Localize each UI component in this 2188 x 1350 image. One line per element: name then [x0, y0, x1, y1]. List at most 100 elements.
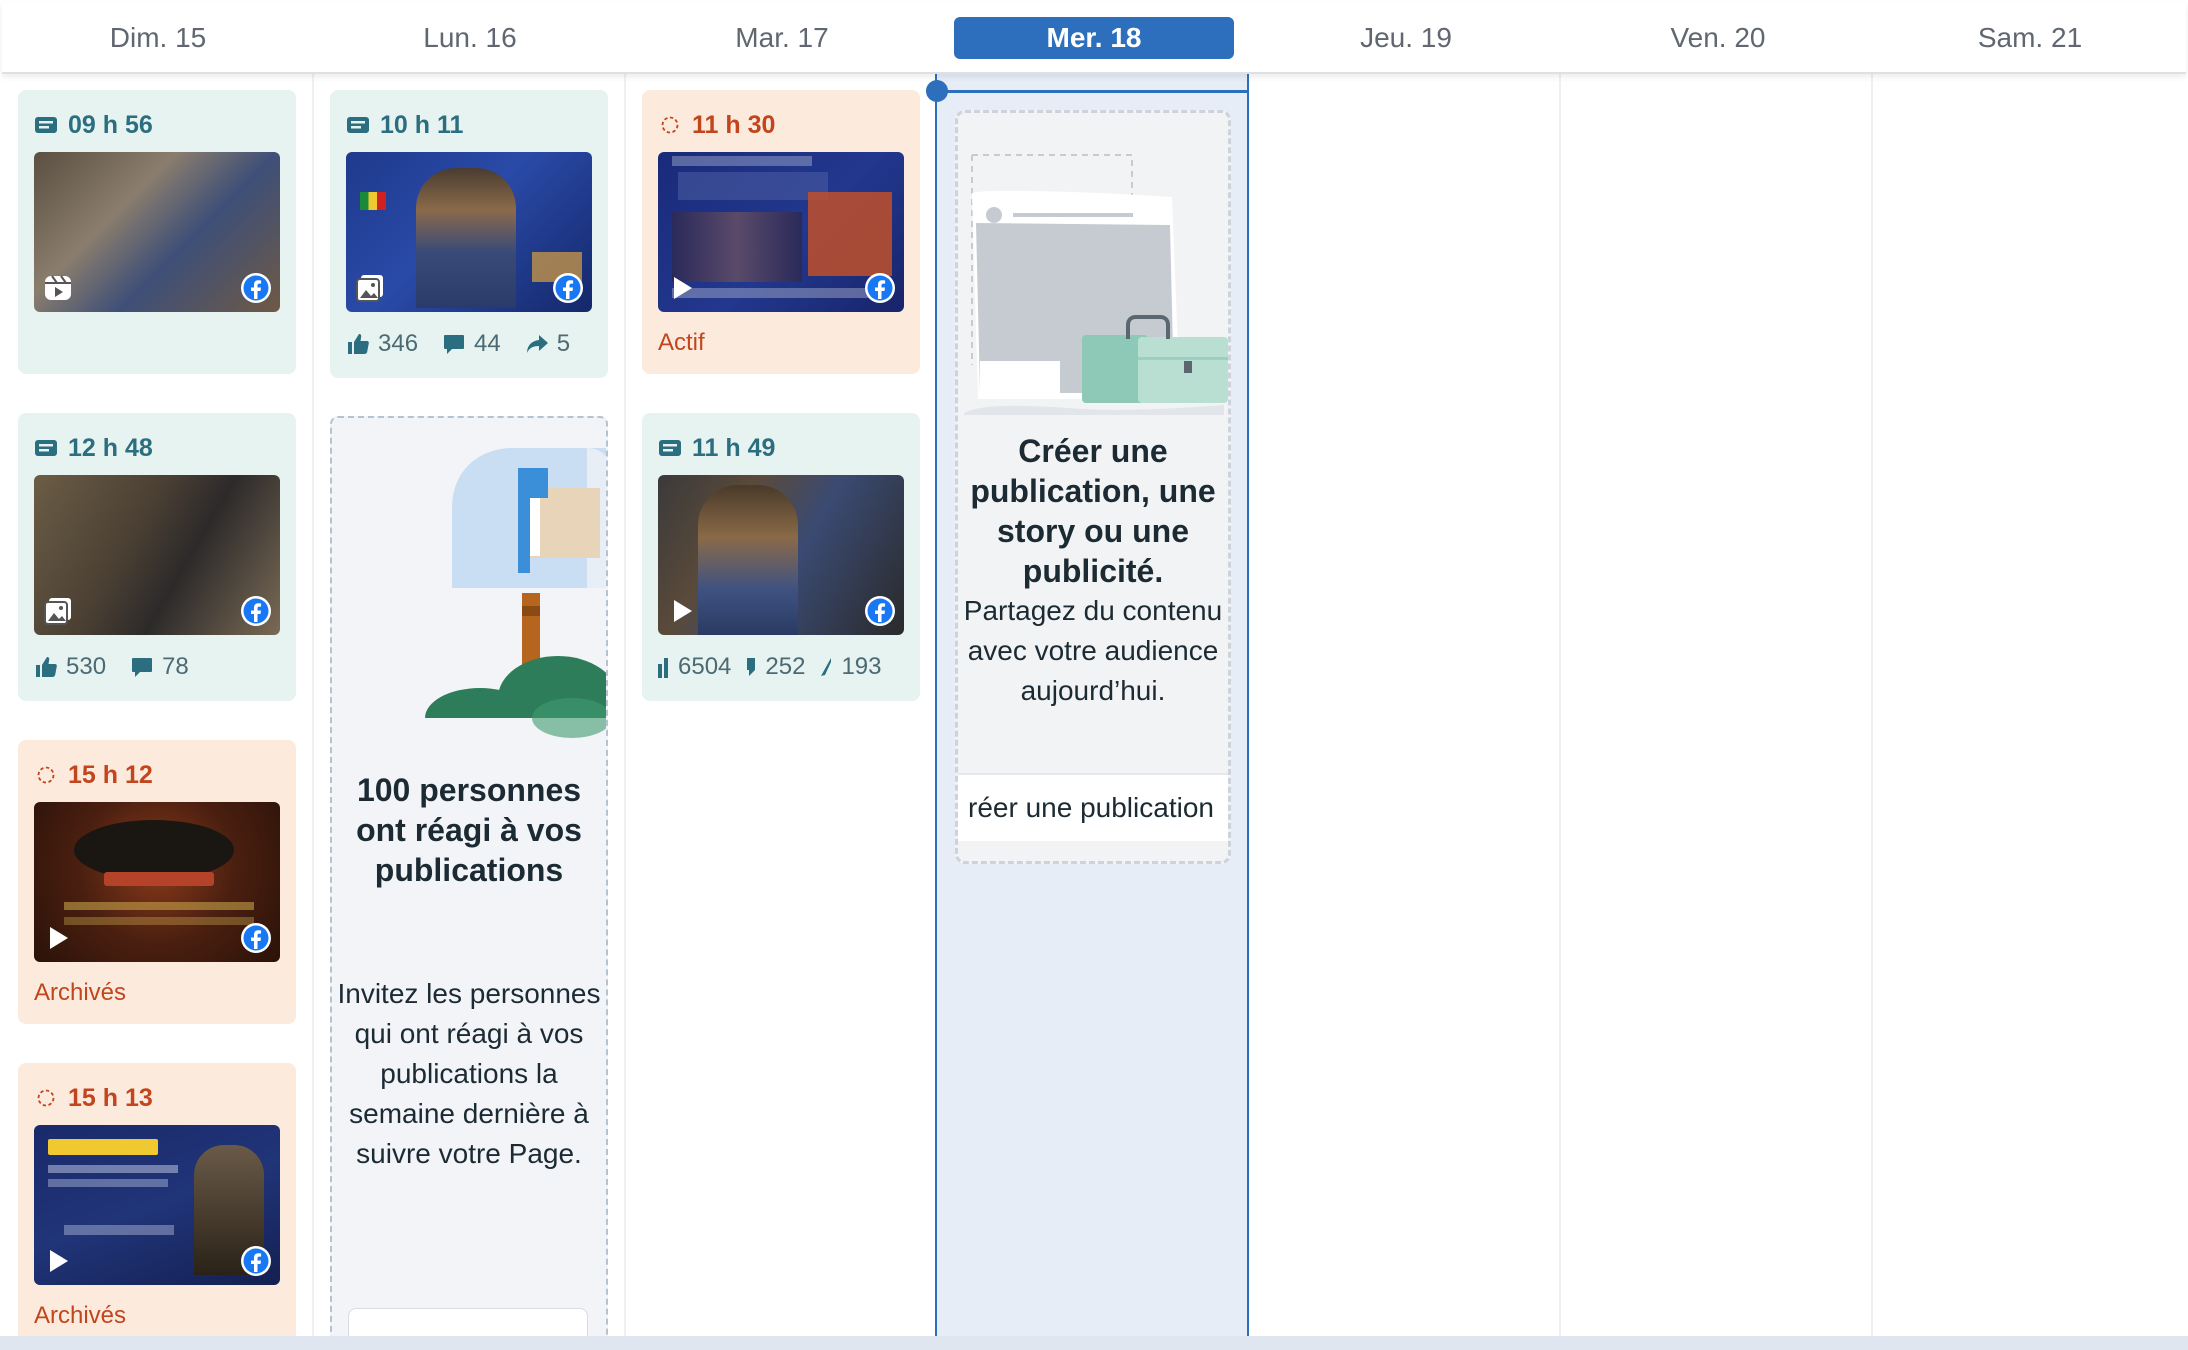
- likes-count: 530: [66, 653, 107, 680]
- comment-icon: [444, 335, 465, 354]
- facebook-icon: [865, 596, 895, 626]
- facebook-icon: [241, 596, 271, 626]
- shares-stat: 193: [819, 653, 881, 681]
- promo-card[interactable]: 100 personnes ont réagi à vos publicatio…: [330, 416, 608, 1350]
- horizontal-scrollbar[interactable]: [0, 1336, 2188, 1350]
- post-time-label: 15 h 12: [68, 760, 153, 789]
- post-status: Actif: [658, 329, 705, 356]
- day-header-thu[interactable]: Jeu. 19: [1250, 2, 1562, 74]
- shares-stat: 5: [525, 330, 570, 358]
- likes-stat: 346: [346, 330, 418, 358]
- comments-count: 78: [162, 653, 189, 680]
- post-card[interactable]: 11 h 49 6504 252 193: [642, 413, 920, 701]
- column-separator: [312, 74, 314, 1336]
- comment-icon: [747, 658, 756, 676]
- create-post-button[interactable]: réer une publication: [958, 773, 1228, 841]
- create-title: Créer une publication, une story ou une …: [970, 433, 1216, 589]
- promo-title: 100 personnes ont réagi à vos publicatio…: [356, 772, 582, 888]
- week-header: Dim. 15 Lun. 16 Mar. 17 Mer. 18 Jeu. 19 …: [2, 2, 2186, 74]
- current-time-line: [935, 90, 1249, 93]
- post-status: Archivés: [34, 979, 127, 1006]
- scheduled-icon: [37, 1089, 55, 1107]
- post-time-label: 10 h 11: [380, 110, 464, 139]
- facebook-icon: [241, 1246, 271, 1276]
- column-separator: [624, 74, 626, 1336]
- post-card[interactable]: 09 h 56: [18, 90, 296, 374]
- create-illustration: [964, 154, 1228, 415]
- post-thumbnail[interactable]: [658, 475, 904, 635]
- post-card[interactable]: 11 h 30 Actif: [642, 90, 920, 374]
- video-icon: [674, 277, 692, 299]
- likes-stat: 530: [34, 653, 106, 681]
- post-time: 15 h 12: [34, 758, 280, 792]
- column-separator: [1559, 74, 1561, 1336]
- share-icon: [526, 335, 548, 353]
- post-time-label: 11 h 49: [692, 433, 776, 462]
- post-time-label: 15 h 13: [68, 1083, 153, 1112]
- day-header-sun[interactable]: Dim. 15: [2, 2, 314, 74]
- facebook-icon: [553, 273, 583, 303]
- post-time: 11 h 49: [658, 431, 904, 465]
- post-time: 09 h 56: [34, 108, 280, 142]
- post-stats: 530 78: [34, 635, 280, 699]
- post-thumbnail[interactable]: [34, 475, 280, 635]
- scheduled-icon: [37, 766, 55, 784]
- shares-count: 5: [556, 330, 571, 357]
- post-icon: [35, 117, 57, 133]
- promo-body: Invitez les personnes qui ont réagi à vo…: [337, 978, 601, 1169]
- day-header-wed-today[interactable]: Mer. 18: [938, 2, 1250, 74]
- post-card[interactable]: 15 h 13 Archivés: [18, 1063, 296, 1350]
- column-separator: [1871, 74, 1873, 1336]
- post-thumbnail[interactable]: [34, 802, 280, 962]
- post-thumbnail[interactable]: [346, 152, 592, 312]
- post-time-label: 11 h 30: [692, 110, 776, 139]
- post-time-label: 09 h 56: [68, 110, 153, 139]
- day-header-sat[interactable]: Sam. 21: [1874, 2, 2186, 74]
- post-thumbnail[interactable]: [34, 1125, 280, 1285]
- like-icon: [348, 334, 369, 354]
- post-icon: [35, 440, 57, 456]
- post-thumbnail[interactable]: [658, 152, 904, 312]
- create-body: Partagez du contenu avec votre audience …: [963, 595, 1223, 706]
- create-post-button-label: réer une publication: [968, 792, 1214, 823]
- comments-stat: 252: [745, 653, 805, 681]
- photo-icon: [356, 275, 383, 302]
- post-time: 15 h 13: [34, 1081, 280, 1115]
- facebook-icon: [865, 273, 895, 303]
- post-time: 12 h 48: [34, 431, 280, 465]
- post-stats: 6504 252 193: [658, 635, 904, 699]
- likes-count: 346: [378, 330, 419, 357]
- shares-count: 193: [841, 653, 882, 680]
- views-stat: 6504: [658, 653, 731, 681]
- facebook-icon: [241, 273, 271, 303]
- post-time: 10 h 11: [346, 108, 592, 142]
- comment-icon: [132, 658, 153, 677]
- photo-icon: [44, 598, 71, 625]
- current-time-dot: [926, 80, 948, 102]
- post-card[interactable]: 10 h 11 346 44 5: [330, 90, 608, 378]
- create-post-card[interactable]: Créer une publication, une story ou une …: [955, 110, 1231, 864]
- views-count: 6504: [678, 653, 732, 680]
- post-time: 11 h 30: [658, 108, 904, 142]
- video-icon: [674, 600, 692, 622]
- post-stats: 346 44 5: [346, 312, 592, 376]
- reel-icon: [45, 275, 71, 300]
- comments-count: 44: [474, 330, 501, 357]
- day-header-mon[interactable]: Lun. 16: [314, 2, 626, 74]
- share-icon: [821, 658, 832, 676]
- views-icon: [658, 658, 668, 678]
- video-icon: [50, 927, 68, 949]
- day-header-tue[interactable]: Mar. 17: [626, 2, 938, 74]
- planner-calendar: Dim. 15 Lun. 16 Mar. 17 Mer. 18 Jeu. 19 …: [0, 0, 2188, 1350]
- post-thumbnail[interactable]: [34, 152, 280, 312]
- comments-count: 252: [765, 653, 806, 680]
- post-card[interactable]: 15 h 12 Archivés: [18, 740, 296, 1024]
- post-card[interactable]: 12 h 48 530 78: [18, 413, 296, 701]
- facebook-icon: [241, 923, 271, 953]
- video-icon: [50, 1250, 68, 1272]
- post-icon: [347, 117, 369, 133]
- comments-stat: 78: [130, 653, 189, 681]
- post-time-label: 12 h 48: [68, 433, 153, 462]
- day-header-fri[interactable]: Ven. 20: [1562, 2, 1874, 74]
- like-icon: [36, 657, 57, 677]
